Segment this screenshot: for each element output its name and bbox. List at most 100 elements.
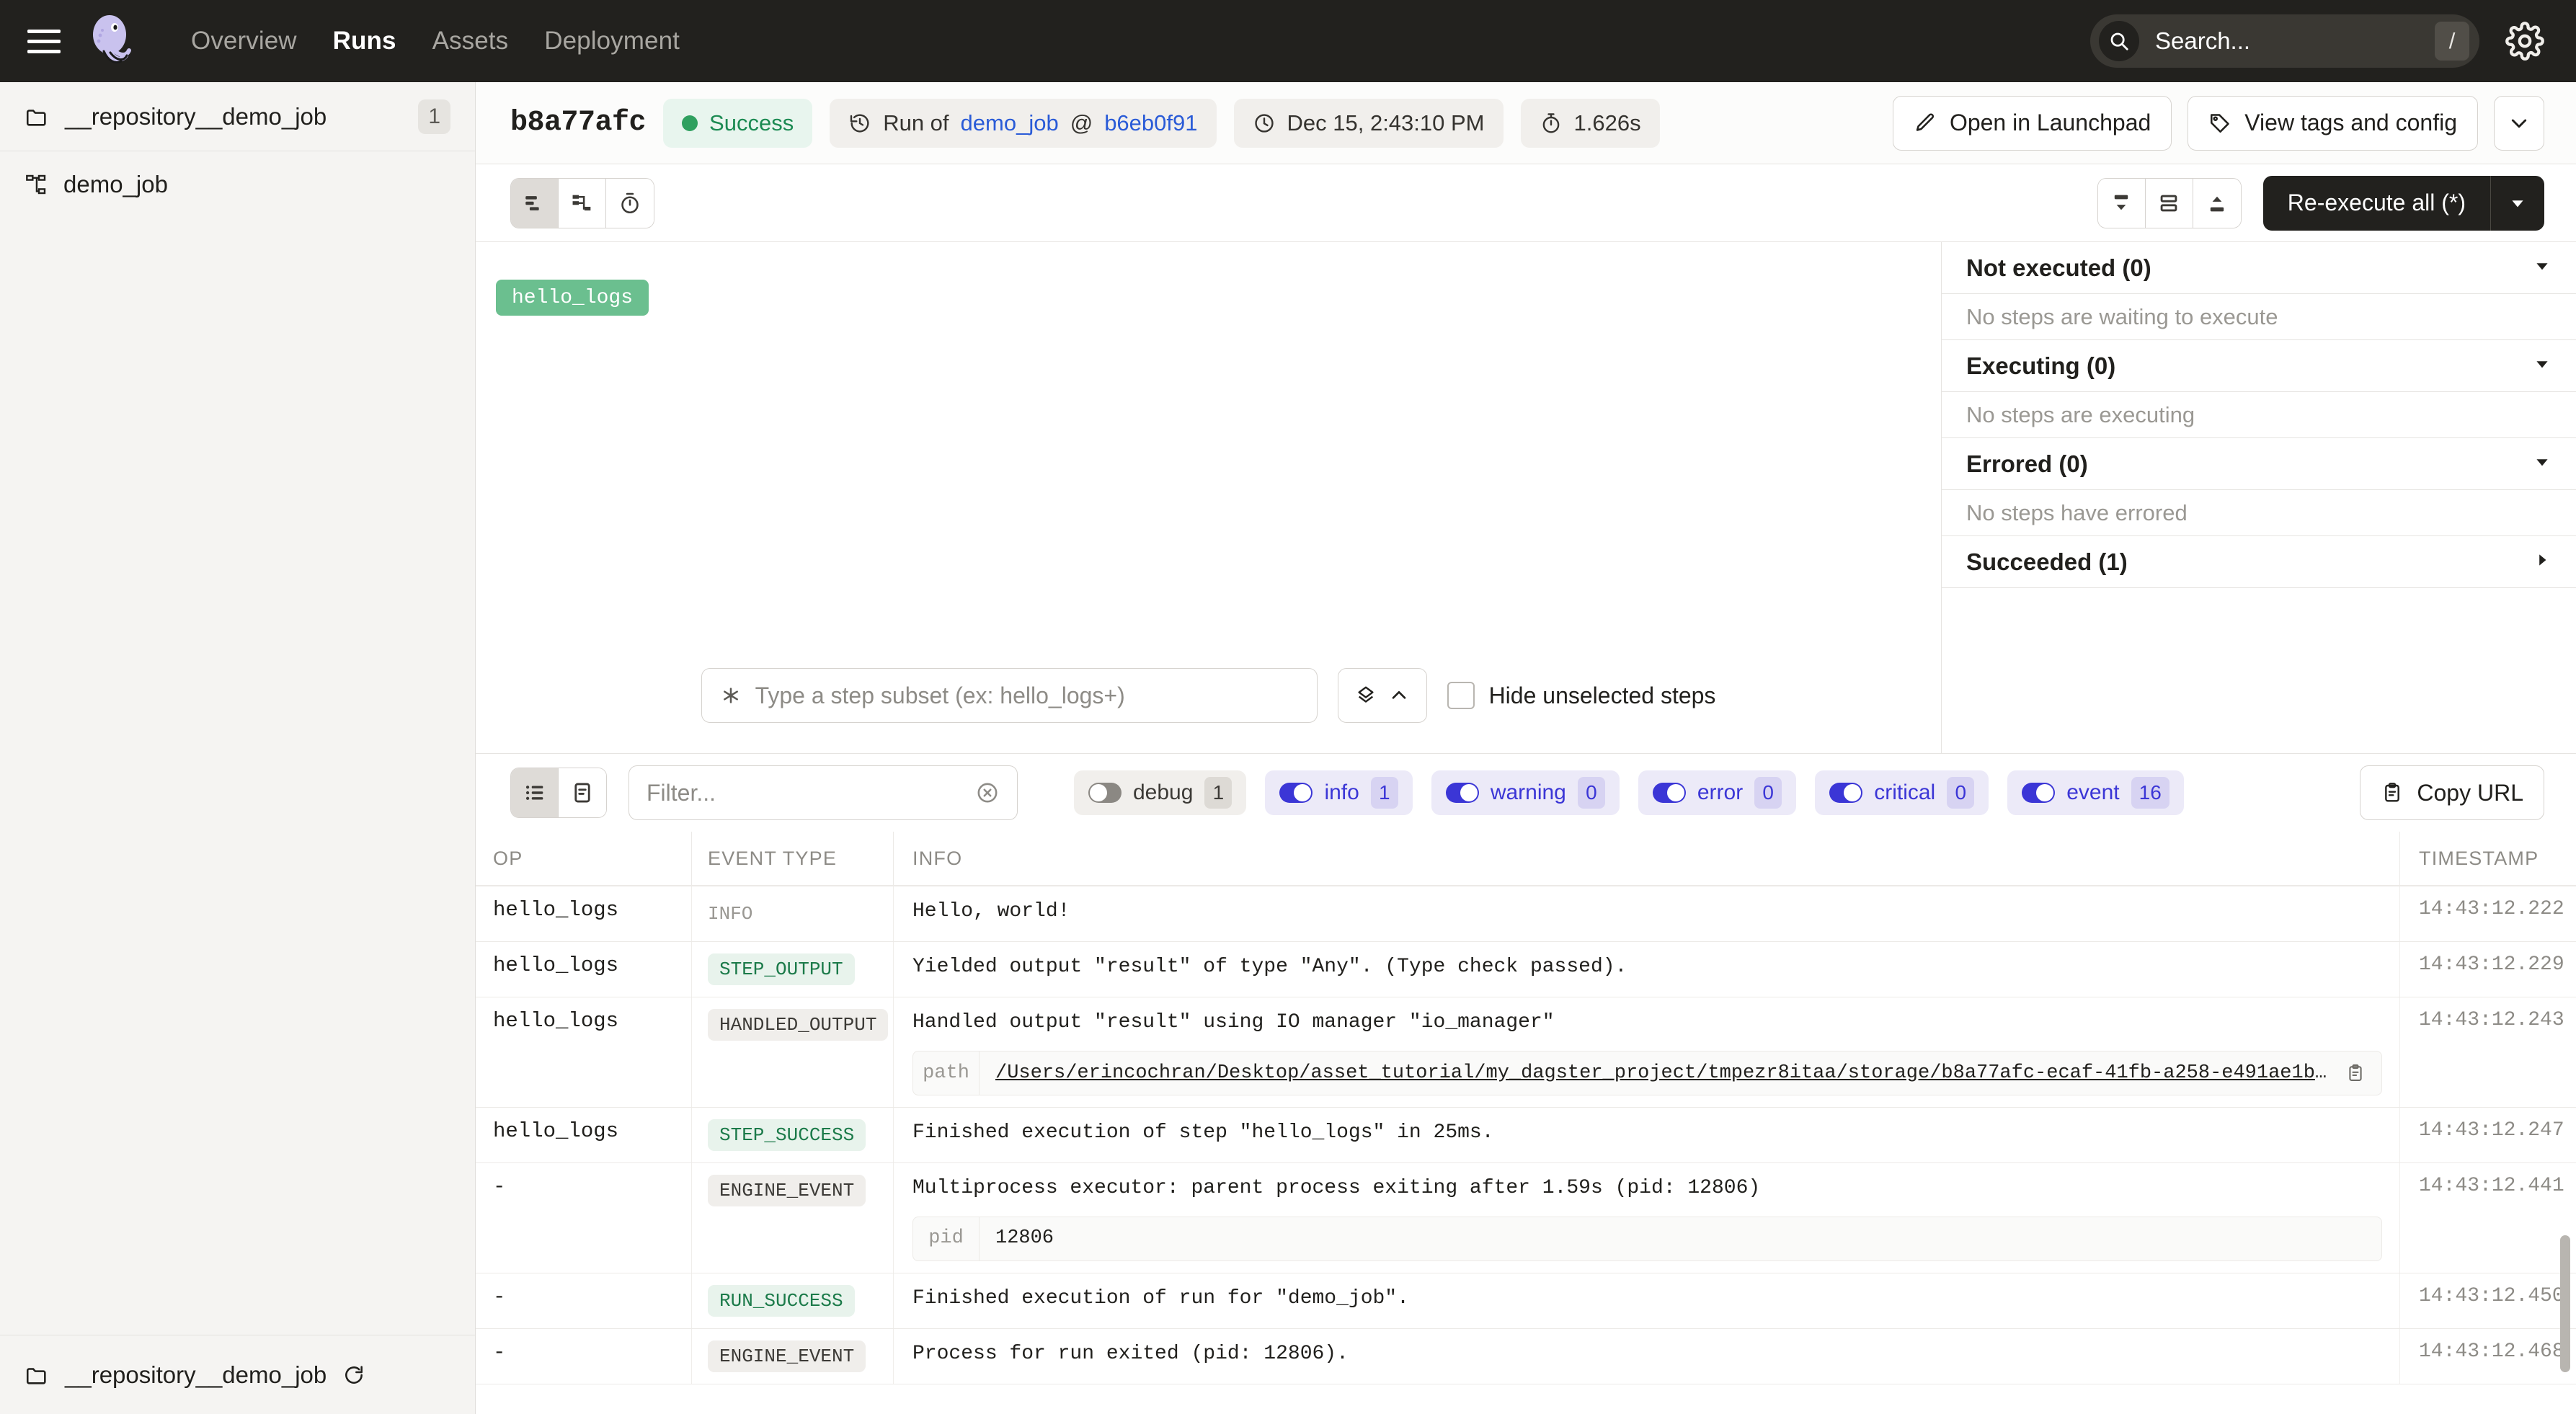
structured-logs-button[interactable]: [511, 768, 559, 817]
status-section-errored[interactable]: Errored (0): [1942, 438, 2576, 490]
step-subset-options-button[interactable]: [1338, 668, 1427, 723]
sidebar-footer-label: __repository__demo_job: [65, 1361, 327, 1389]
status-section-not-executed[interactable]: Not executed (0): [1942, 242, 2576, 294]
tag-icon: [2208, 112, 2231, 135]
status-section-succeeded[interactable]: Succeeded (1): [1942, 536, 2576, 588]
pencil-icon: [1914, 112, 1937, 135]
job-graph-icon: [25, 173, 48, 196]
open-in-launchpad-label: Open in Launchpad: [1950, 110, 2151, 136]
toggle-switch: [1279, 783, 1313, 803]
nav-link-runs[interactable]: Runs: [315, 27, 414, 55]
row-event-type-cell: ENGINE_EVENT: [692, 1329, 894, 1384]
row-info: Finished execution of run for "demo_job"…: [894, 1273, 2400, 1328]
row-info-text: Finished execution of run for "demo_job"…: [912, 1285, 2399, 1312]
log-level-error[interactable]: error 0: [1638, 770, 1796, 815]
row-event-type-cell: ENGINE_EVENT: [692, 1163, 894, 1273]
dagster-logo[interactable]: [81, 11, 141, 71]
toggle-switch: [1829, 783, 1862, 803]
table-row[interactable]: hello_logs INFO Hello, world! 14:43:12.2…: [476, 886, 2576, 942]
run-of-snapshot-link[interactable]: b6eb0f91: [1104, 110, 1197, 136]
column-header-event-type: EVENT TYPE: [692, 832, 894, 885]
status-section-title: Errored (0): [1966, 450, 2088, 478]
status-section-executing[interactable]: Executing (0): [1942, 340, 2576, 392]
nav-link-deployment[interactable]: Deployment: [526, 27, 698, 55]
log-level-event[interactable]: event 16: [2007, 770, 2184, 815]
sidebar-item-demo-job[interactable]: demo_job: [0, 151, 475, 218]
view-tags-and-config-button[interactable]: View tags and config: [2188, 96, 2478, 151]
status-label: Success: [709, 110, 794, 136]
clipboard-icon: [2345, 1063, 2366, 1083]
raw-logs-button[interactable]: [559, 768, 606, 817]
step-subset-input[interactable]: Type a step subset (ex: hello_logs+): [701, 668, 1318, 723]
logs-vertical-scrollbar[interactable]: [2560, 1235, 2570, 1372]
chevron-right-icon: [2533, 551, 2551, 573]
nav-link-assets[interactable]: Assets: [414, 27, 527, 55]
row-timestamp: 14:43:12.468: [2400, 1329, 2576, 1384]
gantt-step-bar[interactable]: hello_logs: [496, 280, 649, 316]
logs-filter-input[interactable]: Filter...: [629, 765, 1018, 820]
view-tags-and-config-label: View tags and config: [2244, 110, 2457, 136]
logs-toolbar: Filter... debug 1 info: [476, 754, 2576, 832]
toggle-switch: [1446, 783, 1479, 803]
gear-icon[interactable]: [2505, 22, 2544, 61]
split-even-button[interactable]: [2146, 179, 2193, 228]
hamburger-menu-icon[interactable]: [27, 25, 61, 58]
copy-url-button[interactable]: Copy URL: [2360, 765, 2544, 820]
table-row[interactable]: hello_logs STEP_OUTPUT Yielded output "r…: [476, 942, 2576, 997]
log-level-info[interactable]: info 1: [1265, 770, 1412, 815]
chevron-down-icon: [2533, 453, 2551, 475]
global-search-input[interactable]: Search... /: [2090, 14, 2479, 68]
table-row[interactable]: - RUN_SUCCESS Finished execution of run …: [476, 1273, 2576, 1329]
re-execute-dropdown-button[interactable]: [2491, 194, 2544, 213]
panel-top-icon: [2205, 191, 2229, 215]
timing-view-button[interactable]: [606, 179, 654, 228]
run-logs-panel: Filter... debug 1 info: [476, 754, 2576, 1414]
graph-view-button[interactable]: [559, 179, 606, 228]
re-execute-all-button[interactable]: Re-execute all (*): [2263, 176, 2544, 231]
search-icon: [2099, 21, 2139, 61]
run-of-job-link[interactable]: demo_job: [961, 110, 1059, 136]
hide-unselected-steps-checkbox[interactable]: Hide unselected steps: [1447, 682, 1716, 709]
table-row[interactable]: hello_logs STEP_SUCCESS Finished executi…: [476, 1108, 2576, 1163]
hide-unselected-steps-label: Hide unselected steps: [1489, 682, 1716, 709]
status-empty-not-executed: No steps are waiting to execute: [1942, 294, 2576, 340]
search-shortcut-key: /: [2435, 22, 2469, 61]
log-level-debug[interactable]: debug 1: [1074, 770, 1246, 815]
sidebar-footer-repository[interactable]: __repository__demo_job: [0, 1335, 475, 1414]
log-level-warning[interactable]: warning 0: [1431, 770, 1620, 815]
logs-filter-placeholder: Filter...: [647, 780, 975, 806]
nav-right-group: Search... /: [2090, 14, 2544, 68]
metadata-key: path: [913, 1051, 980, 1095]
stopwatch-icon: [618, 191, 642, 215]
run-more-actions-button[interactable]: [2494, 96, 2544, 151]
table-row[interactable]: - ENGINE_EVENT Multiprocess executor: pa…: [476, 1163, 2576, 1273]
step-subset-placeholder: Type a step subset (ex: hello_logs+): [755, 682, 1125, 709]
row-info-text: Yielded output "result" of type "Any". (…: [912, 953, 2399, 981]
split-bottom-button[interactable]: [2098, 179, 2146, 228]
log-level-label: event: [2066, 781, 2119, 805]
chevron-down-icon: [2533, 355, 2551, 377]
gantt-view-button[interactable]: [511, 179, 559, 228]
event-type-tag: STEP_OUTPUT: [708, 953, 855, 985]
event-type-tag: HANDLED_OUTPUT: [708, 1009, 888, 1041]
chevron-down-icon: [2533, 257, 2551, 279]
metadata-path-link[interactable]: /Users/erincochran/Desktop/asset_tutoria…: [995, 1060, 2329, 1086]
row-event-type-cell: HANDLED_OUTPUT: [692, 997, 894, 1107]
row-info-text: Multiprocess executor: parent process ex…: [912, 1175, 2399, 1202]
run-duration-chip: 1.626s: [1521, 99, 1660, 148]
view-mode-toggle-group: [510, 178, 654, 228]
reload-icon: [342, 1364, 365, 1387]
log-level-critical[interactable]: critical 0: [1815, 770, 1989, 815]
open-in-launchpad-button[interactable]: Open in Launchpad: [1893, 96, 2172, 151]
nav-link-overview[interactable]: Overview: [173, 27, 315, 55]
run-timestamp-label: Dec 15, 2:43:10 PM: [1287, 110, 1485, 136]
step-subset-bar: Type a step subset (ex: hello_logs+): [476, 668, 1941, 723]
row-metadata-pid: pid 12806: [912, 1217, 2382, 1261]
table-row[interactable]: hello_logs HANDLED_OUTPUT Handled output…: [476, 997, 2576, 1108]
sidebar-item-repository[interactable]: __repository__demo_job 1: [0, 82, 475, 151]
split-top-button[interactable]: [2193, 179, 2241, 228]
table-row[interactable]: - ENGINE_EVENT Process for run exited (p…: [476, 1329, 2576, 1384]
row-info: Yielded output "result" of type "Any". (…: [894, 942, 2400, 997]
row-info-text: Finished execution of step "hello_logs" …: [912, 1119, 2399, 1147]
logs-table-header: OP EVENT TYPE INFO TIMESTAMP: [476, 832, 2576, 886]
